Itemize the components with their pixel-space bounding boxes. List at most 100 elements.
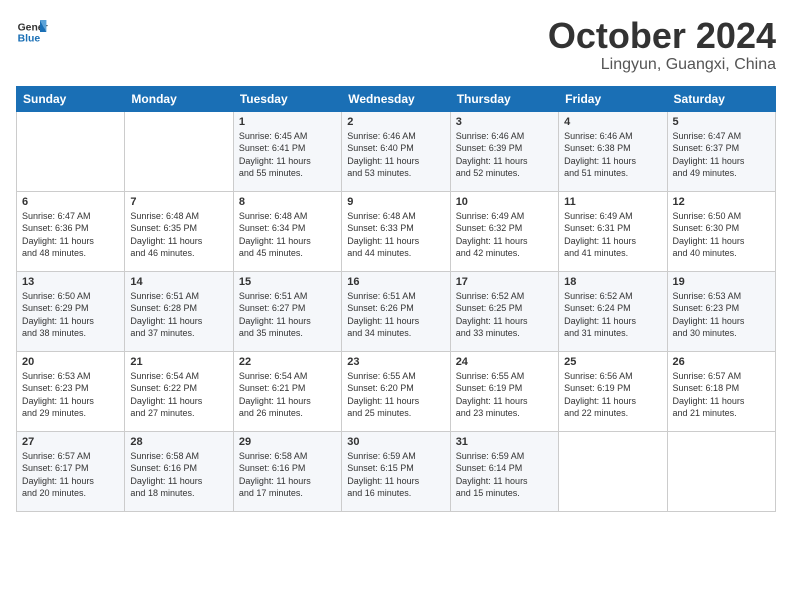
calendar-header-row: SundayMondayTuesdayWednesdayThursdayFrid… (17, 86, 776, 111)
day-info: Sunrise: 6:48 AM Sunset: 6:35 PM Dayligh… (130, 210, 227, 260)
day-number: 13 (22, 276, 119, 288)
day-info: Sunrise: 6:54 AM Sunset: 6:21 PM Dayligh… (239, 370, 336, 420)
day-number: 11 (564, 196, 661, 208)
calendar-cell: 29Sunrise: 6:58 AM Sunset: 6:16 PM Dayli… (233, 431, 341, 511)
day-number: 19 (673, 276, 770, 288)
calendar-cell: 20Sunrise: 6:53 AM Sunset: 6:23 PM Dayli… (17, 351, 125, 431)
day-number: 16 (347, 276, 444, 288)
page-header: General Blue October 2024 Lingyun, Guang… (16, 16, 776, 74)
day-info: Sunrise: 6:47 AM Sunset: 6:37 PM Dayligh… (673, 130, 770, 180)
calendar-cell: 1 Sunrise: 6:45 AM Sunset: 6:41 PM Daylig… (233, 111, 341, 191)
calendar-cell (17, 111, 125, 191)
calendar-cell: 24 Sunrise: 6:55 AM Sunset: 6:19 PM Dayli… (450, 351, 558, 431)
calendar-cell: 15 Sunrise: 6:51 AM Sunset: 6:27 PM Dayli… (233, 271, 341, 351)
calendar-cell: 6 Sunrise: 6:47 AM Sunset: 6:36 PM Daylig… (17, 191, 125, 271)
day-number: 26 (673, 356, 770, 368)
weekday-header-sunday: Sunday (17, 86, 125, 111)
calendar-cell (125, 111, 233, 191)
calendar-body: 1 Sunrise: 6:45 AM Sunset: 6:41 PM Daylig… (17, 111, 776, 511)
calendar-cell: 10 Sunrise: 6:49 AM Sunset: 6:32 PM Dayli… (450, 191, 558, 271)
calendar-table: SundayMondayTuesdayWednesdayThursdayFrid… (16, 86, 776, 512)
calendar-cell: 23 Sunrise: 6:55 AM Sunset: 6:20 PM Dayli… (342, 351, 450, 431)
day-info: Sunrise: 6:55 AM Sunset: 6:19 PM Dayligh… (456, 370, 553, 420)
day-number: 8 (239, 196, 336, 208)
day-info: Sunrise: 6:56 AM Sunset: 6:19 PM Dayligh… (564, 370, 661, 420)
logo-icon: General Blue (16, 16, 48, 48)
day-info: Sunrise: 6:45 AM Sunset: 6:41 PM Dayligh… (239, 130, 336, 180)
day-number: 9 (347, 196, 444, 208)
calendar-cell: 22 Sunrise: 6:54 AM Sunset: 6:21 PM Dayli… (233, 351, 341, 431)
calendar-cell: 13 Sunrise: 6:50 AM Sunset: 6:29 PM Dayli… (17, 271, 125, 351)
calendar-cell: 14 Sunrise: 6:51 AM Sunset: 6:28 PM Dayli… (125, 271, 233, 351)
day-number: 17 (456, 276, 553, 288)
day-info: Sunrise: 6:57 AM Sunset: 6:18 PM Dayligh… (673, 370, 770, 420)
day-number: 5 (673, 116, 770, 128)
day-number: 24 (456, 356, 553, 368)
logo: General Blue (16, 16, 48, 48)
day-info: Sunrise: 6:48 AM Sunset: 6:33 PM Dayligh… (347, 210, 444, 260)
weekday-header-friday: Friday (559, 86, 667, 111)
day-number: 2 (347, 116, 444, 128)
day-info: Sunrise: 6:58 AM Sunset: 6:16 PM Dayligh… (239, 450, 336, 500)
calendar-cell: 28Sunrise: 6:58 AM Sunset: 6:16 PM Dayli… (125, 431, 233, 511)
day-number: 23 (347, 356, 444, 368)
day-info: Sunrise: 6:48 AM Sunset: 6:34 PM Dayligh… (239, 210, 336, 260)
day-info: Sunrise: 6:52 AM Sunset: 6:25 PM Dayligh… (456, 290, 553, 340)
day-info: Sunrise: 6:54 AM Sunset: 6:22 PM Dayligh… (130, 370, 227, 420)
weekday-header-thursday: Thursday (450, 86, 558, 111)
day-number: 25 (564, 356, 661, 368)
calendar-cell: 17 Sunrise: 6:52 AM Sunset: 6:25 PM Dayli… (450, 271, 558, 351)
calendar-cell (559, 431, 667, 511)
day-number: 6 (22, 196, 119, 208)
day-number: 22 (239, 356, 336, 368)
calendar-week-2: 6 Sunrise: 6:47 AM Sunset: 6:36 PM Daylig… (17, 191, 776, 271)
day-info: Sunrise: 6:51 AM Sunset: 6:27 PM Dayligh… (239, 290, 336, 340)
day-number: 10 (456, 196, 553, 208)
day-info: Sunrise: 6:55 AM Sunset: 6:20 PM Dayligh… (347, 370, 444, 420)
day-info: Sunrise: 6:46 AM Sunset: 6:40 PM Dayligh… (347, 130, 444, 180)
weekday-header-tuesday: Tuesday (233, 86, 341, 111)
day-info: Sunrise: 6:51 AM Sunset: 6:28 PM Dayligh… (130, 290, 227, 340)
day-number: 14 (130, 276, 227, 288)
weekday-header-monday: Monday (125, 86, 233, 111)
day-number: 4 (564, 116, 661, 128)
day-info: Sunrise: 6:51 AM Sunset: 6:26 PM Dayligh… (347, 290, 444, 340)
calendar-cell: 25 Sunrise: 6:56 AM Sunset: 6:19 PM Dayli… (559, 351, 667, 431)
day-number: 31 (456, 436, 553, 448)
calendar-cell: 4 Sunrise: 6:46 AM Sunset: 6:38 PM Daylig… (559, 111, 667, 191)
weekday-header-wednesday: Wednesday (342, 86, 450, 111)
day-number: 30 (347, 436, 444, 448)
day-number: 7 (130, 196, 227, 208)
weekday-header-saturday: Saturday (667, 86, 775, 111)
day-info: Sunrise: 6:59 AM Sunset: 6:15 PM Dayligh… (347, 450, 444, 500)
calendar-cell: 2 Sunrise: 6:46 AM Sunset: 6:40 PM Daylig… (342, 111, 450, 191)
svg-text:Blue: Blue (18, 34, 41, 45)
day-info: Sunrise: 6:46 AM Sunset: 6:38 PM Dayligh… (564, 130, 661, 180)
day-number: 15 (239, 276, 336, 288)
day-info: Sunrise: 6:58 AM Sunset: 6:16 PM Dayligh… (130, 450, 227, 500)
day-info: Sunrise: 6:59 AM Sunset: 6:14 PM Dayligh… (456, 450, 553, 500)
calendar-cell: 21Sunrise: 6:54 AM Sunset: 6:22 PM Dayli… (125, 351, 233, 431)
calendar-week-5: 27Sunrise: 6:57 AM Sunset: 6:17 PM Dayli… (17, 431, 776, 511)
calendar-week-4: 20Sunrise: 6:53 AM Sunset: 6:23 PM Dayli… (17, 351, 776, 431)
day-info: Sunrise: 6:49 AM Sunset: 6:31 PM Dayligh… (564, 210, 661, 260)
calendar-week-1: 1 Sunrise: 6:45 AM Sunset: 6:41 PM Daylig… (17, 111, 776, 191)
day-info: Sunrise: 6:50 AM Sunset: 6:29 PM Dayligh… (22, 290, 119, 340)
day-info: Sunrise: 6:49 AM Sunset: 6:32 PM Dayligh… (456, 210, 553, 260)
day-number: 3 (456, 116, 553, 128)
title-block: October 2024 Lingyun, Guangxi, China (548, 16, 776, 74)
day-info: Sunrise: 6:47 AM Sunset: 6:36 PM Dayligh… (22, 210, 119, 260)
day-info: Sunrise: 6:57 AM Sunset: 6:17 PM Dayligh… (22, 450, 119, 500)
calendar-cell: 30 Sunrise: 6:59 AM Sunset: 6:15 PM Dayli… (342, 431, 450, 511)
month-title: October 2024 (548, 16, 776, 56)
calendar-cell: 9 Sunrise: 6:48 AM Sunset: 6:33 PM Daylig… (342, 191, 450, 271)
calendar-cell: 12Sunrise: 6:50 AM Sunset: 6:30 PM Dayli… (667, 191, 775, 271)
calendar-cell: 31 Sunrise: 6:59 AM Sunset: 6:14 PM Dayli… (450, 431, 558, 511)
calendar-cell: 5 Sunrise: 6:47 AM Sunset: 6:37 PM Daylig… (667, 111, 775, 191)
day-number: 1 (239, 116, 336, 128)
day-info: Sunrise: 6:46 AM Sunset: 6:39 PM Dayligh… (456, 130, 553, 180)
day-info: Sunrise: 6:53 AM Sunset: 6:23 PM Dayligh… (22, 370, 119, 420)
calendar-cell: 18Sunrise: 6:52 AM Sunset: 6:24 PM Dayli… (559, 271, 667, 351)
calendar-cell: 7 Sunrise: 6:48 AM Sunset: 6:35 PM Daylig… (125, 191, 233, 271)
day-info: Sunrise: 6:50 AM Sunset: 6:30 PM Dayligh… (673, 210, 770, 260)
